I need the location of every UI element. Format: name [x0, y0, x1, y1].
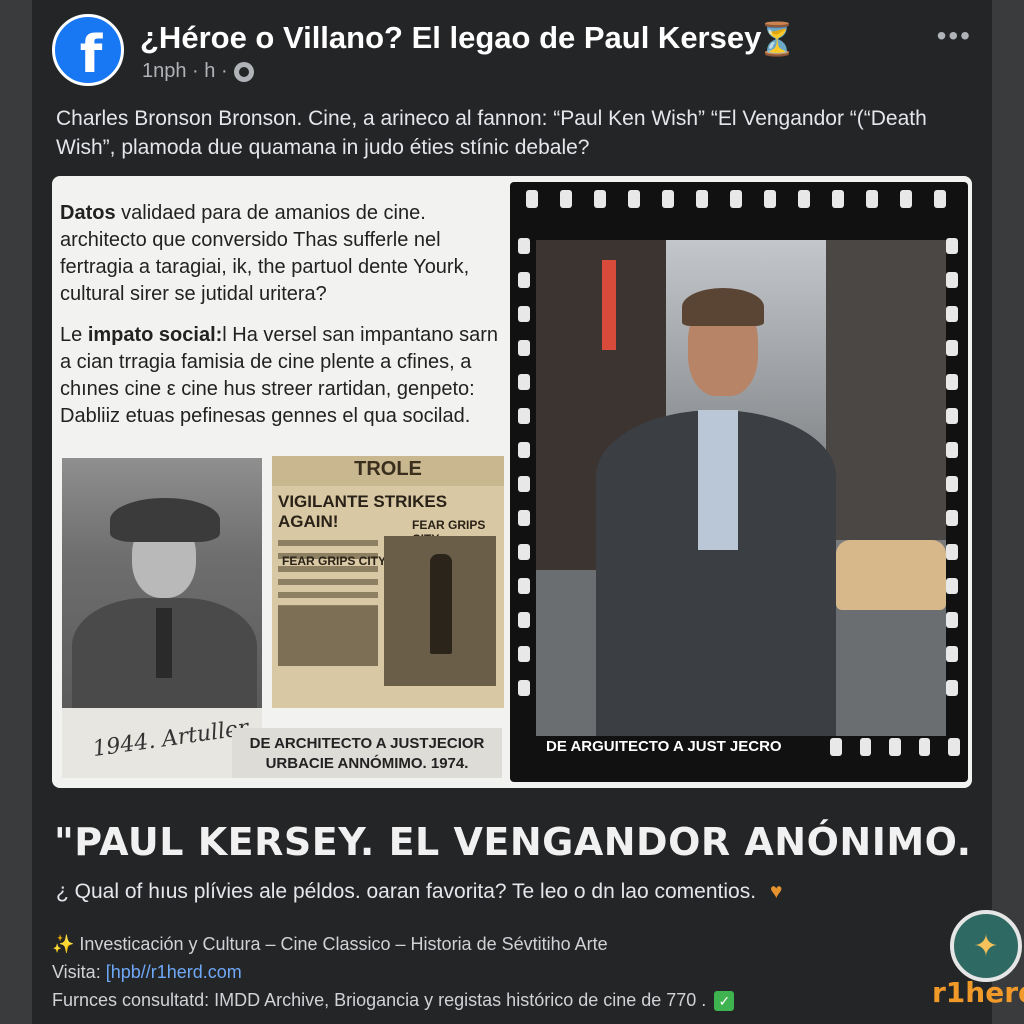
question-text: ¿ Qual of hıus plívies ale példos. oaran…	[56, 880, 757, 903]
newspaper-photo-1	[278, 606, 378, 666]
caption-left: DE ARCHITECTO A JUSTJECIOR URBACIE ANNÓM…	[232, 728, 502, 778]
post-title: ¿Héroe o Villano? El legao de Paul Kerse…	[140, 20, 762, 55]
check-icon: ✓	[714, 991, 735, 1012]
right-background	[992, 0, 1024, 1024]
para1-bold: Datos	[60, 202, 116, 224]
post-question: ¿ Qual of hıus plívies ale példos. oaran…	[56, 880, 783, 904]
card-paragraph-1: Datos validaed para de amanios de cine. …	[60, 200, 500, 308]
post-footer: ✨ Investicación y Cultura – Cine Classic…	[52, 930, 952, 1014]
brand-watermark: ✦ r1herd	[928, 910, 1024, 1020]
hourglass-icon: ⏳	[757, 21, 797, 57]
post-header: f ¿Héroe o Villano? El legao de Paul Ker…	[52, 14, 972, 94]
newspaper-subhead-2: FEAR GRIPS CITY	[282, 554, 387, 568]
facebook-f-icon: f	[79, 25, 103, 85]
footer-line-3: Furnces consultatd: IMDD Archive, Brioga…	[52, 986, 952, 1014]
newspaper-figure	[430, 554, 452, 654]
film-strip-frame: DE ARGUITECTO A JUST JECRO	[510, 182, 968, 782]
film-holes-right	[946, 238, 960, 728]
soldier-photo	[62, 458, 262, 708]
globe-icon	[233, 61, 254, 82]
facebook-post: f ¿Héroe o Villano? El legao de Paul Ker…	[32, 0, 1024, 1024]
post-image-card[interactable]: Datos validaed para de amanios de cine. …	[52, 176, 972, 788]
post-meta: 1nph · h ·	[142, 60, 254, 83]
film-holes-left	[518, 238, 532, 728]
para2-bold: impato social:	[87, 324, 223, 346]
film-holes-bottom	[830, 738, 960, 764]
brand-logo-icon: ✦	[950, 910, 1022, 982]
post-intro-text: Charles Bronson Bronson. Cine, a arineco…	[56, 107, 927, 159]
more-options-button[interactable]: •••	[937, 20, 972, 52]
para1-text: validaed para de amanios de cine. archit…	[60, 202, 470, 305]
footer-line-2: Visita: [hpb//r1herd.com	[52, 958, 952, 986]
visit-label: Visita:	[52, 962, 106, 982]
card-text-block: Datos validaed para de amanios de cine. …	[60, 200, 500, 444]
facebook-logo-avatar[interactable]: f	[52, 14, 124, 86]
footer-line-1: ✨ Investicación y Cultura – Cine Classic…	[52, 934, 608, 954]
card-paragraph-2: Le impato social:l Ha versel san impanta…	[60, 322, 500, 430]
website-link[interactable]: [hpb//r1herd.com	[106, 962, 242, 982]
post-headline: "PAUL KERSEY. EL VENGANDOR ANÓNIMO.	[54, 820, 972, 864]
post-timestamp[interactable]: 1nph · h ·	[142, 60, 228, 83]
heart-icon: ♥	[770, 880, 783, 903]
street-scene-photo	[536, 240, 946, 736]
newspaper-clipping: TROLE VIGILANTE STRIKES AGAIN! FEAR GRIP…	[272, 456, 504, 708]
newspaper-masthead: TROLE	[272, 456, 504, 486]
film-holes-top	[526, 190, 956, 216]
para2-pre: Le	[60, 324, 88, 346]
brand-name: r1herd	[932, 976, 1024, 1009]
sources-text: Furnces consultatd: IMDD Archive, Brioga…	[52, 990, 707, 1010]
caption-right: DE ARGUITECTO A JUST JECRO	[546, 738, 782, 755]
left-background	[0, 0, 32, 1024]
